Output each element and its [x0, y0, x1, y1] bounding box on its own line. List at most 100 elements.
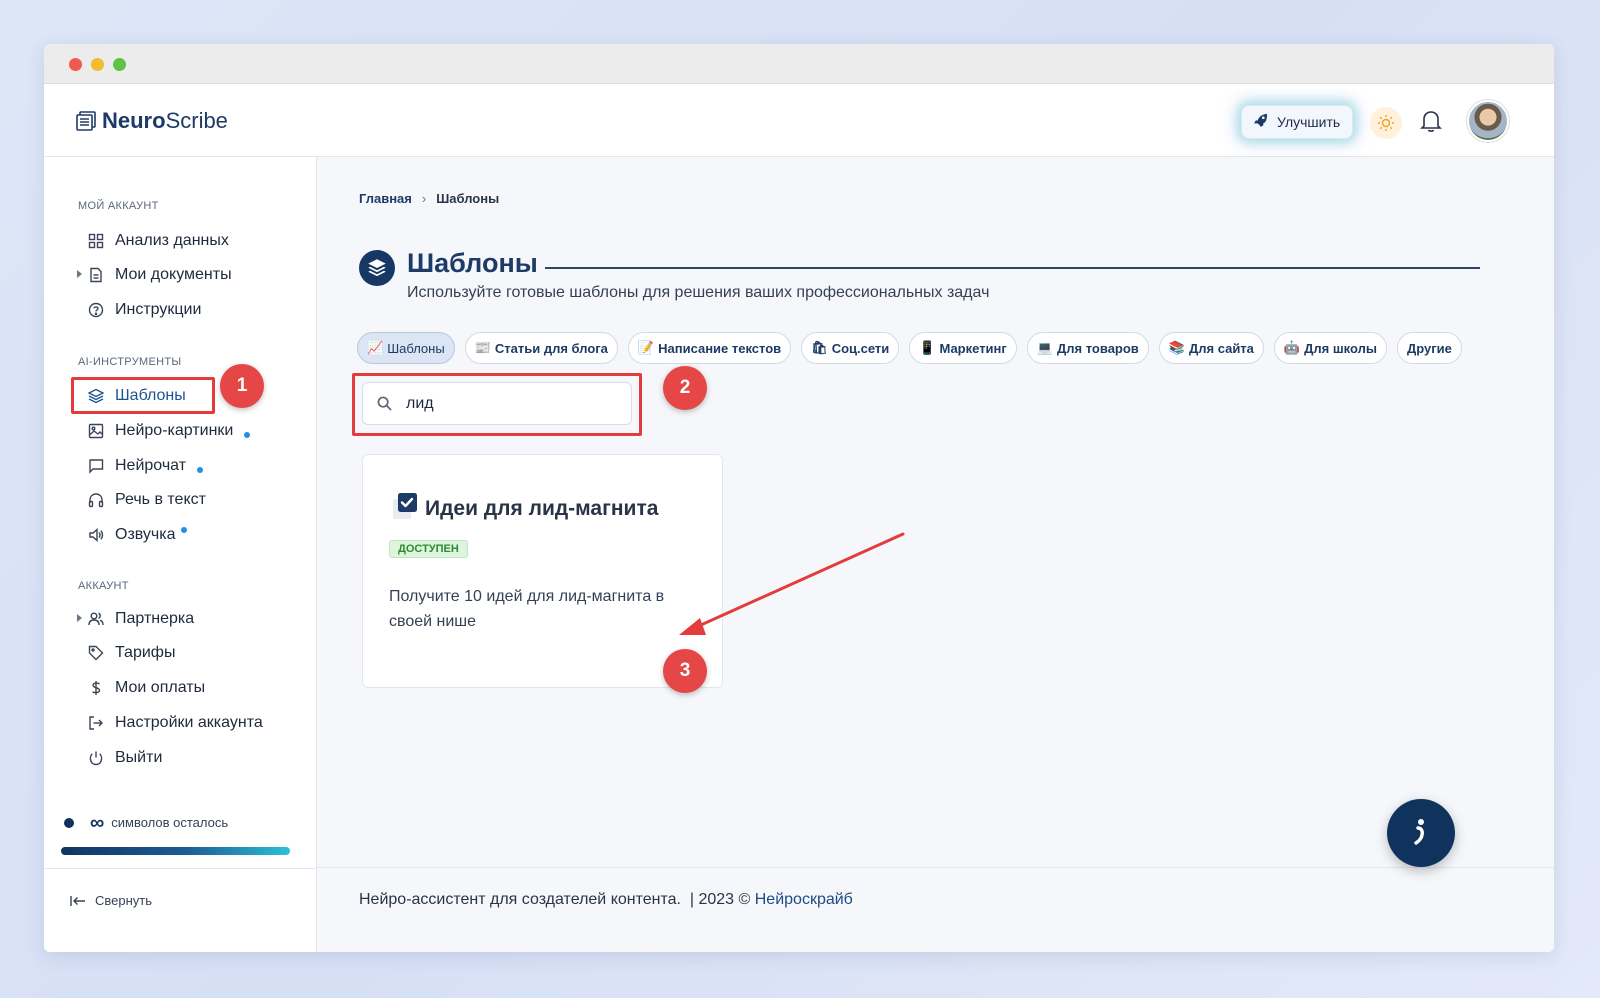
sidebar-item-label: Мои документы: [115, 266, 232, 283]
collapse-icon: [70, 895, 85, 906]
brand-name-bold: Neuro: [102, 108, 166, 133]
layers-icon: [359, 250, 395, 286]
highlight-box-templates: [71, 377, 215, 414]
document-icon: [88, 267, 104, 283]
sidebar-item-label: Речь в текст: [115, 491, 206, 508]
sidebar-item-account-settings[interactable]: Настройки аккаунта: [88, 710, 263, 736]
chip-products[interactable]: 💻 Для товаров: [1026, 332, 1149, 364]
sidebar-item-label: Настройки аккаунта: [115, 714, 263, 731]
highlight-box-search: [352, 373, 642, 436]
robot-emoji-icon: 🤖: [1283, 340, 1301, 355]
status-dot: [64, 817, 74, 828]
maximize-window-button[interactable]: [113, 58, 126, 71]
chip-templates[interactable]: 📈 Шаблоны: [357, 332, 455, 364]
main-content: Главная › Шаблоны Шаблоны Используйте го…: [317, 157, 1554, 952]
minimize-window-button[interactable]: [91, 58, 104, 71]
logo[interactable]: NeuroScribe: [76, 108, 228, 134]
sidebar-item-label: Партнерка: [115, 610, 195, 627]
help-icon: [88, 302, 104, 318]
memo-emoji-icon: 📝: [637, 340, 655, 355]
card-title: Идеи для лид-магнита: [425, 497, 659, 520]
sidebar-item-label: Инструкции: [115, 301, 202, 318]
section-title-my-account: МОЙ АККАУНТ: [78, 200, 159, 212]
sidebar-item-instructions[interactable]: Инструкции: [88, 297, 201, 323]
upgrade-button[interactable]: Улучшить: [1241, 105, 1353, 139]
template-card[interactable]: Идеи для лид-магнита ДОСТУПЕН Получите 1…: [362, 454, 723, 688]
chip-school[interactable]: 🤖 Для школы: [1273, 332, 1387, 364]
chip-website[interactable]: 📚 Для сайта: [1158, 332, 1264, 364]
window-titlebar: [44, 44, 1554, 84]
infinity-symbol: ∞: [90, 811, 105, 834]
expand-caret-icon[interactable]: [77, 614, 82, 622]
sidebar-item-partners[interactable]: Партнерка: [88, 606, 194, 632]
sidebar-item-data-analysis[interactable]: Анализ данных: [88, 228, 229, 254]
user-avatar[interactable]: [1467, 100, 1509, 142]
chip-blog-articles[interactable]: 📰 Статьи для блога: [464, 332, 618, 364]
footer-divider: [317, 867, 1554, 868]
chip-label: Маркетинг: [939, 340, 1007, 356]
sidebar-item-label: Озвучка: [115, 526, 176, 543]
bell-icon: [1420, 111, 1442, 132]
rocket-icon: [1253, 113, 1268, 131]
sidebar-item-logout[interactable]: Выйти: [88, 745, 162, 771]
chip-label: Другие: [1406, 340, 1452, 356]
app-window: NeuroScribe Улучшить МОЙ АККАУНТ Анализ …: [44, 44, 1554, 952]
sidebar-item-label: Мои оплаты: [115, 679, 206, 696]
new-indicator-dot: [180, 527, 187, 533]
new-indicator-dot: [244, 432, 251, 438]
collapse-sidebar-button[interactable]: Свернуть: [70, 893, 152, 908]
checkbox-icon: [391, 491, 419, 521]
notifications-button[interactable]: [1420, 109, 1444, 135]
sidebar-item-speech-to-text[interactable]: Речь в текст: [88, 487, 206, 513]
theme-toggle-button[interactable]: [1370, 107, 1402, 139]
chip-marketing[interactable]: 📱 Маркетинг: [909, 332, 1017, 364]
sidebar-item-my-documents[interactable]: Мои документы: [88, 262, 232, 288]
sidebar-item-voiceover[interactable]: Озвучка: [88, 522, 187, 548]
upgrade-label: Улучшить: [1277, 114, 1341, 130]
chip-social[interactable]: 🛍 Соц.сети: [801, 332, 900, 364]
assistant-chat-button[interactable]: [1387, 799, 1455, 867]
chip-other[interactable]: Другие: [1396, 332, 1462, 364]
sidebar-item-tariffs[interactable]: Тарифы: [88, 640, 175, 666]
page-title: Шаблоны: [407, 248, 538, 278]
footer-text: Нейро-ассистент для создателей контента.…: [359, 891, 755, 908]
speaker-icon: [88, 527, 104, 543]
category-filter-bar: 📈 Шаблоны 📰 Статьи для блога 📝 Написание те…: [357, 332, 1462, 364]
dollar-icon: [88, 680, 104, 696]
status-badge: ДОСТУПЕН: [389, 540, 468, 558]
expand-caret-icon[interactable]: [77, 270, 82, 278]
chip-label: Написание текстов: [658, 340, 782, 356]
chip-label: Для сайта: [1188, 340, 1254, 356]
tag-icon: [88, 645, 104, 661]
close-window-button[interactable]: [69, 58, 82, 71]
section-title-account: АККАУНТ: [78, 580, 129, 592]
chip-text-writing[interactable]: 📝 Написание текстов: [627, 332, 792, 364]
chat-icon: [88, 458, 104, 474]
sidebar-item-label: Нейрочат: [115, 457, 187, 474]
footer-brand-link[interactable]: Нейроскрайб: [755, 891, 853, 909]
title-divider: [545, 267, 1480, 269]
sidebar-item-label: Анализ данных: [115, 232, 229, 249]
logo-icon: [76, 111, 96, 131]
chart-emoji-icon: 📈: [367, 340, 384, 355]
chip-label: Для товаров: [1057, 340, 1139, 356]
chip-label: Шаблоны: [387, 340, 445, 356]
footer: Нейро-ассистент для создателей контента.…: [359, 891, 853, 909]
sidebar-item-label: Тарифы: [115, 644, 176, 661]
annotation-badge-2: 2: [663, 366, 707, 410]
sidebar-item-my-payments[interactable]: Мои оплаты: [88, 675, 205, 701]
sidebar-item-neurochat[interactable]: Нейрочат: [88, 453, 204, 479]
breadcrumb-home-link[interactable]: Главная: [359, 191, 412, 206]
credits-progress-bar: [61, 847, 290, 855]
sidebar-item-label: Выйти: [115, 749, 163, 766]
chip-label: Соц.сети: [831, 340, 890, 356]
sidebar-divider: [44, 868, 316, 869]
top-bar: NeuroScribe Улучшить: [44, 84, 1554, 157]
books-emoji-icon: 📚: [1168, 340, 1185, 355]
breadcrumb-separator: ›: [421, 191, 427, 206]
logout-box-icon: [88, 715, 104, 731]
sidebar-item-label: Нейро-картинки: [115, 422, 234, 439]
users-icon: [88, 611, 104, 627]
new-indicator-dot: [197, 467, 204, 473]
sidebar-item-neuro-images[interactable]: Нейро-картинки: [88, 418, 251, 444]
